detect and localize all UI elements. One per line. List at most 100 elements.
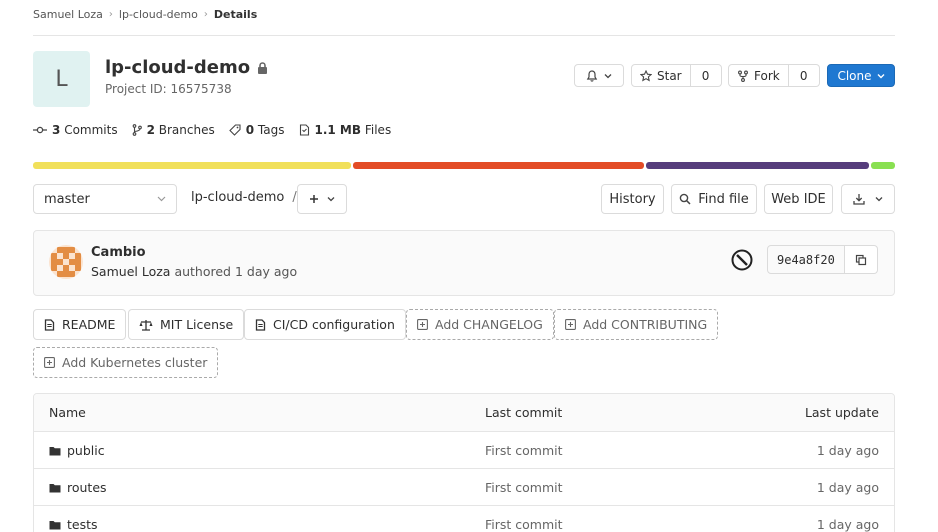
- path-root[interactable]: lp-cloud-demo: [191, 190, 284, 205]
- file-last-commit[interactable]: First commit: [485, 517, 563, 532]
- breadcrumb-current[interactable]: Details: [214, 8, 257, 21]
- breadcrumb: Samuel Loza › lp-cloud-demo › Details: [33, 6, 257, 22]
- tag-icon: [228, 124, 241, 136]
- commits-stat[interactable]: 3 Commits: [33, 123, 118, 137]
- lock-icon: [258, 61, 268, 74]
- add-changelog-button[interactable]: Add CHANGELOG: [406, 309, 554, 340]
- language-segment: [353, 162, 644, 169]
- tags-count: 0: [245, 123, 255, 137]
- add-kubernetes-button[interactable]: Add Kubernetes cluster: [33, 347, 219, 378]
- header-last-update: Last update: [804, 405, 879, 420]
- table-header: Name Last commit Last update: [34, 394, 894, 432]
- contributing-label: Add CONTRIBUTING: [583, 317, 708, 332]
- bell-icon: [586, 69, 598, 82]
- file-last-update: 1 day ago: [816, 480, 879, 495]
- files-label: Files: [364, 123, 392, 137]
- chevron-down-icon: [877, 73, 885, 78]
- commit-authored-label: authored: [174, 264, 231, 279]
- language-segment: [645, 162, 870, 169]
- license-label: MIT License: [160, 317, 234, 332]
- plus-square-icon: [44, 357, 55, 368]
- copy-icon: [855, 254, 866, 265]
- file-text-icon: [255, 318, 266, 331]
- tags-label: Tags: [257, 123, 285, 137]
- readme-button[interactable]: README: [33, 309, 127, 340]
- star-group: Star 0: [631, 64, 722, 87]
- breadcrumb-owner[interactable]: Samuel Loza: [33, 8, 103, 21]
- commits-label: Commits: [64, 123, 118, 137]
- table-row[interactable]: routes First commit 1 day ago: [34, 469, 894, 506]
- file-text-icon: [44, 318, 55, 331]
- chevron-down-icon: [875, 197, 883, 202]
- readme-label: README: [62, 317, 116, 332]
- changelog-label: Add CHANGELOG: [435, 317, 543, 332]
- history-button[interactable]: History: [601, 184, 664, 214]
- folder-icon: [49, 446, 61, 455]
- star-button[interactable]: Star: [631, 64, 691, 87]
- chevron-right-icon: ›: [108, 8, 113, 20]
- chevron-down-icon: [157, 196, 166, 202]
- project-title: lp-cloud-demo: [105, 57, 268, 78]
- author-avatar[interactable]: [49, 245, 83, 279]
- project-id: Project ID: 16575738: [105, 82, 232, 96]
- project-avatar: L: [33, 51, 90, 107]
- commits-count: 3: [52, 123, 61, 137]
- commit-title[interactable]: Cambio: [91, 245, 146, 260]
- star-count[interactable]: 0: [690, 64, 722, 87]
- plus-square-icon: [417, 319, 428, 330]
- pipeline-status-icon[interactable]: [731, 249, 753, 271]
- header-last-commit: Last commit: [485, 405, 563, 420]
- clone-button[interactable]: Clone: [827, 64, 895, 87]
- fork-label: Fork: [754, 68, 780, 83]
- commit-sha-group: 9e4a8f20: [767, 245, 878, 274]
- commit-sha[interactable]: 9e4a8f20: [767, 245, 845, 274]
- language-bar: [33, 162, 896, 169]
- star-label: Star: [657, 68, 682, 83]
- file-last-update: 1 day ago: [816, 517, 879, 532]
- files-size: 1.1 MB: [314, 123, 362, 137]
- file-last-update: 1 day ago: [816, 443, 879, 458]
- commit-icon: [33, 126, 47, 134]
- download-icon: [853, 194, 865, 205]
- table-row[interactable]: tests First commit 1 day ago: [34, 506, 894, 532]
- chevron-down-icon: [327, 197, 335, 202]
- copy-sha-button[interactable]: [844, 245, 878, 274]
- fork-count[interactable]: 0: [788, 64, 820, 87]
- add-file-button[interactable]: [297, 184, 347, 214]
- find-file-button[interactable]: Find file: [671, 184, 757, 214]
- commit-meta: Samuel Loza authored 1 day ago: [91, 264, 297, 279]
- cicd-button[interactable]: CI/CD configuration: [244, 309, 406, 340]
- branches-label: Branches: [158, 123, 215, 137]
- add-contributing-button[interactable]: Add CONTRIBUTING: [554, 309, 719, 340]
- file-name[interactable]: public: [67, 443, 105, 458]
- file-last-commit[interactable]: First commit: [485, 443, 563, 458]
- folder-icon: [49, 520, 61, 529]
- table-row[interactable]: public First commit 1 day ago: [34, 432, 894, 469]
- breadcrumb-project[interactable]: lp-cloud-demo: [119, 8, 198, 21]
- language-segment: [871, 162, 896, 169]
- divider: [33, 35, 895, 36]
- file-last-commit[interactable]: First commit: [485, 480, 563, 495]
- license-button[interactable]: MIT License: [128, 309, 245, 340]
- kubernetes-label: Add Kubernetes cluster: [62, 355, 208, 370]
- plus-square-icon: [565, 319, 576, 330]
- find-file-label: Find file: [698, 191, 749, 207]
- files-stat[interactable]: 1.1 MB Files: [299, 123, 392, 137]
- branch-selector[interactable]: master: [33, 184, 177, 214]
- folder-icon: [49, 483, 61, 492]
- clone-label: Clone: [837, 68, 872, 83]
- file-name[interactable]: routes: [67, 480, 107, 495]
- web-ide-button[interactable]: Web IDE: [764, 184, 833, 214]
- scale-icon: [139, 319, 153, 331]
- file-tree-table: Name Last commit Last update public Firs…: [33, 393, 895, 532]
- chevron-down-icon: [604, 73, 612, 78]
- fork-button[interactable]: Fork: [728, 64, 789, 87]
- file-name[interactable]: tests: [67, 517, 98, 532]
- notification-button[interactable]: [574, 64, 624, 87]
- branches-stat[interactable]: 2 Branches: [132, 123, 215, 137]
- download-button[interactable]: [841, 184, 895, 214]
- tags-stat[interactable]: 0 Tags: [228, 123, 285, 137]
- commit-author[interactable]: Samuel Loza: [91, 264, 170, 279]
- last-commit-panel: Cambio Samuel Loza authored 1 day ago 9e…: [33, 230, 895, 296]
- branch-name: master: [44, 191, 90, 207]
